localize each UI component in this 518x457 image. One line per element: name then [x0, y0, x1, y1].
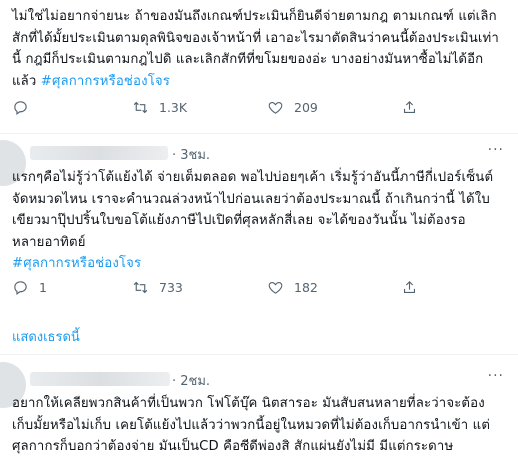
share-button[interactable] — [401, 99, 418, 116]
tweet-3-time[interactable]: · 2ชม. — [172, 370, 210, 391]
like-button[interactable]: 182 — [267, 279, 401, 296]
tweet-1-actions: 1.3K 209 — [12, 98, 418, 116]
hashtag-link[interactable]: #ศุลกากรหรือช่องโจร — [12, 256, 141, 271]
divider — [0, 133, 518, 134]
tweet-2-time[interactable]: · 3ชม. — [172, 144, 210, 165]
hashtag-link[interactable]: #ศุลกากรหรือช่องโจร — [41, 74, 170, 89]
divider — [0, 354, 518, 355]
reply-count: 1 — [39, 279, 47, 295]
tweet-2-text: แรกๆคือไม่รู้ว่าโต้แย้งได้ จ่ายเต็มตลอด … — [12, 170, 494, 271]
share-button[interactable] — [401, 279, 418, 296]
retweet-count: 733 — [159, 279, 183, 295]
like-button[interactable]: 209 — [267, 99, 401, 116]
heart-icon — [268, 281, 283, 294]
share-icon — [403, 100, 416, 113]
retweet-icon — [133, 281, 148, 293]
reply-button[interactable] — [12, 99, 132, 116]
tweet-1-text: ไม่ใช่ไม่อยากจ่ายนะ ถ้าของมันถึงเกณฑ์ประ… — [12, 9, 499, 89]
retweet-button[interactable]: 733 — [132, 279, 267, 296]
more-options-icon[interactable]: ··· — [488, 368, 504, 384]
like-count: 209 — [294, 99, 318, 115]
heart-icon — [268, 101, 283, 114]
retweet-count: 1.3K — [159, 99, 188, 115]
share-icon — [403, 280, 416, 293]
retweet-button[interactable]: 1.3K — [132, 99, 267, 116]
show-thread-link[interactable]: แสดงเธรดนี้ — [12, 326, 80, 347]
like-count: 182 — [294, 279, 318, 295]
reply-icon — [14, 280, 27, 295]
more-options-icon[interactable]: ··· — [488, 142, 504, 158]
user-name-redacted[interactable] — [30, 146, 168, 160]
tweet-3-text: อยากให้เคลียพวกสินค้าที่เป็นพวก โฟโต้บุ๊… — [12, 396, 491, 454]
user-name-redacted[interactable] — [30, 372, 170, 386]
reply-button[interactable]: 1 — [12, 279, 132, 296]
retweet-icon — [133, 101, 148, 113]
reply-icon — [14, 100, 27, 115]
tweet-2-actions: 1 733 182 — [12, 278, 418, 296]
